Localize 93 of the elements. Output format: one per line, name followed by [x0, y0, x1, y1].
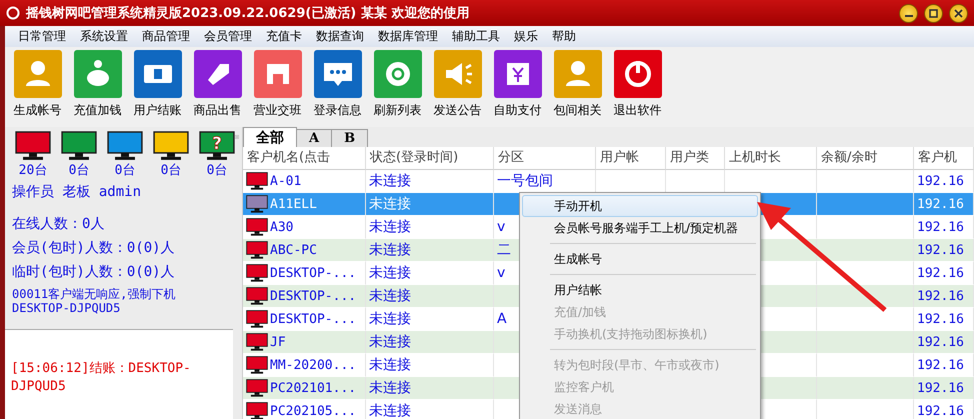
stat-label: 在线人数：0人	[12, 214, 106, 233]
toolbar-button[interactable]: 营业交班	[253, 50, 302, 124]
stat-label: 会员(包时)人数：0(0)人	[12, 238, 176, 257]
computer-name: JF	[270, 334, 286, 350]
count-label: 0台	[206, 162, 228, 179]
table-cell: 未连接	[366, 331, 494, 354]
computer-name: A30	[270, 220, 294, 234]
monitor-icon	[246, 240, 268, 260]
table-cell: 未连接	[366, 285, 494, 308]
computer-name: DESKTOP-...	[270, 266, 356, 280]
table-cell[interactable]: A30	[243, 216, 366, 239]
monitor-icon	[246, 172, 268, 190]
table-cell[interactable]: A-01	[243, 170, 366, 193]
computer-name: PC202101...	[270, 380, 356, 396]
app-icon	[6, 6, 20, 20]
table-cell: 未连接	[366, 400, 494, 419]
menu-item[interactable]: 数据查询	[309, 28, 371, 45]
toolbar-button[interactable]: 包间相关	[553, 50, 602, 124]
table-cell: 192.16	[914, 285, 974, 308]
toolbar-button[interactable]: 生成帐号	[13, 50, 62, 124]
context-menu-item[interactable]: 手动开机	[522, 195, 758, 217]
menu-item[interactable]: 娱乐	[507, 28, 545, 45]
operator-label: 操作员 老板 admin	[12, 182, 142, 201]
toolbar-button[interactable]: 退出软件	[613, 50, 662, 124]
menu-item[interactable]: 日常管理	[11, 28, 73, 45]
computer-name: DESKTOP-...	[270, 288, 356, 304]
table-cell: 未连接	[366, 193, 494, 216]
table-cell: 未连接	[366, 216, 494, 239]
menu-item[interactable]: 商品管理	[135, 28, 197, 45]
table-cell: 192.16	[914, 331, 974, 354]
menu-item[interactable]: 辅助工具	[445, 28, 507, 45]
table-cell: 未连接	[366, 354, 494, 377]
computer-name: ABC-PC	[270, 242, 317, 258]
notice-text: 00011客户端无响应,强制下机 DESKTOP-DJPQUD5	[12, 286, 176, 315]
menu-item[interactable]: 帮助	[545, 28, 583, 45]
table-cell: 192.16	[914, 239, 974, 262]
log-entry: [15:06:12]结账：DESKTOP-DJPQUD5	[11, 360, 191, 394]
table-cell[interactable]: MM-20200...	[243, 354, 366, 377]
table-cell[interactable]: PC202101...	[243, 377, 366, 400]
computer-name: PC202105...	[270, 404, 356, 418]
minimize-button[interactable]	[899, 4, 918, 22]
toolbar-button[interactable]: 用户结账	[133, 50, 182, 124]
computer-name: A-01	[270, 174, 302, 188]
monitor-icon	[246, 402, 268, 419]
menu-item[interactable]: 会员管理	[197, 28, 259, 45]
menu-item[interactable]: 数据库管理	[371, 28, 445, 45]
table-cell: 未连接	[366, 239, 494, 262]
table-cell: 未连接	[366, 262, 494, 285]
table-cell: 未连接	[366, 170, 494, 193]
table-cell[interactable]: JF	[243, 331, 366, 354]
toolbar-button[interactable]: 充值加钱	[73, 50, 122, 124]
toolbar-button[interactable]: 自助支付	[493, 50, 542, 124]
close-icon	[954, 8, 963, 18]
monitor-icon	[246, 332, 268, 352]
table-cell[interactable]: ABC-PC	[243, 239, 366, 262]
monitor-icon	[246, 378, 268, 398]
maximize-button[interactable]	[924, 4, 943, 22]
monitor-icon	[246, 310, 268, 328]
window-title: 摇钱树网吧管理系统精灵版2023.09.22.0629(已激活) 某某 欢迎您的使用	[26, 4, 470, 22]
stat-label: 临时(包时)人数：0(0)人	[12, 262, 176, 281]
tab[interactable]: 全部	[243, 127, 297, 147]
count-label: 0台	[114, 162, 136, 179]
table-cell[interactable]: DESKTOP-...	[243, 308, 366, 331]
monitor-icon	[246, 356, 268, 374]
minimize-icon	[904, 15, 912, 17]
table-cell[interactable]: DESKTOP-...	[243, 285, 366, 308]
toolbar-button[interactable]: 登录信息	[313, 50, 362, 124]
toolbar-button[interactable]: 发送公告	[433, 50, 482, 124]
menu-item[interactable]: 系统设置	[73, 28, 135, 45]
count-label: 0台	[160, 162, 182, 179]
computer-name: A11ELL	[270, 196, 317, 212]
monitor-icon	[246, 286, 268, 306]
tab[interactable]: A	[296, 129, 332, 147]
close-button[interactable]	[949, 4, 968, 22]
table-cell[interactable]: PC202105...	[243, 400, 366, 419]
table-cell: 192.16	[914, 193, 974, 216]
tab[interactable]: B	[331, 129, 368, 147]
monitor-icon	[246, 218, 268, 236]
maximize-icon	[929, 8, 938, 18]
count-label: 0台	[68, 162, 90, 179]
table-cell: 192.16	[914, 377, 974, 400]
monitor-icon	[246, 194, 268, 214]
menu-item[interactable]: 充值卡	[259, 28, 309, 45]
question-mark: ?	[212, 132, 222, 153]
computer-name: MM-20200...	[270, 358, 356, 372]
table-cell[interactable]: DESKTOP-...	[243, 262, 366, 285]
table-cell: 未连接	[366, 308, 494, 331]
toolbar-button[interactable]: 刷新列表	[373, 50, 422, 124]
table-cell: 未连接	[366, 377, 494, 400]
monitor-icon	[246, 264, 268, 282]
toolbar-button[interactable]: 商品出售	[193, 50, 242, 124]
computer-name: DESKTOP-...	[270, 312, 356, 326]
count-label: 20台	[18, 162, 48, 179]
